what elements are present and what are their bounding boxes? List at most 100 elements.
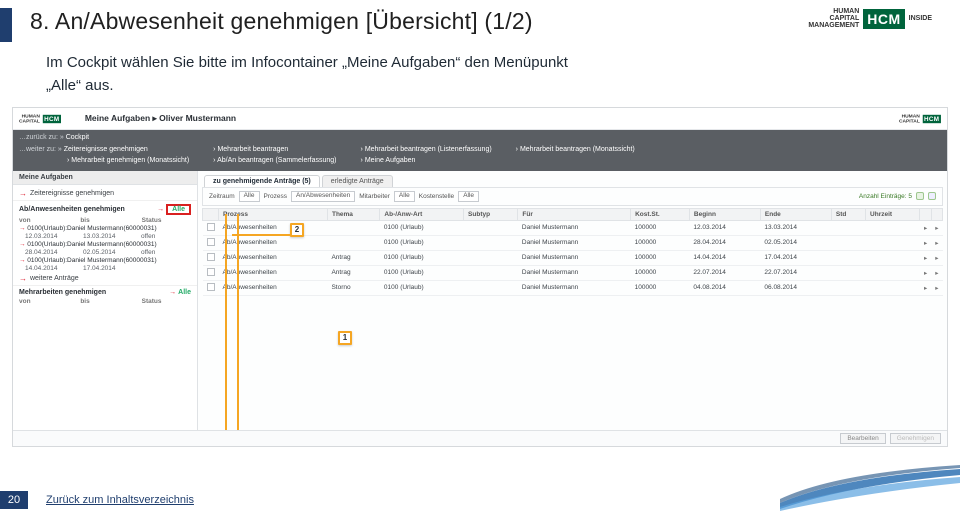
- table-header[interactable]: Beginn: [689, 208, 760, 220]
- row-checkbox[interactable]: [207, 283, 215, 291]
- table-header[interactable]: Subtyp: [464, 208, 518, 220]
- accent-bar: [0, 8, 12, 42]
- nav-cockpit[interactable]: Cockpit: [66, 134, 89, 141]
- nav-back-label: …zurück zu: »: [19, 134, 64, 141]
- table-row[interactable]: Ab/Anwesenheiten0100 (Urlaub)Daniel Must…: [203, 235, 943, 250]
- table-header[interactable]: Kost.St.: [631, 208, 690, 220]
- nav-mehr-liste[interactable]: Mehrarbeit beantragen (Listenerfassung): [365, 146, 492, 153]
- tabs: zu genehmigende Anträge (5) erledigte An…: [198, 171, 947, 187]
- row-action-icon[interactable]: ▸: [920, 220, 931, 235]
- row-checkbox[interactable]: [207, 223, 215, 231]
- body-line2: „Alle“ aus.: [46, 75, 914, 98]
- logo-line3: MANAGEMENT: [808, 22, 859, 29]
- logo-line4: INSIDE: [909, 15, 932, 22]
- row-action-icon[interactable]: ▸: [931, 220, 942, 235]
- sidebar-mehr-alle[interactable]: Alle: [178, 289, 191, 296]
- app-logo-r2: CAPITAL: [899, 119, 920, 124]
- table-header[interactable]: Ab-/Anw-Art: [380, 208, 464, 220]
- table-row[interactable]: Ab/AnwesenheitenStorno0100 (Urlaub)Danie…: [203, 280, 943, 295]
- content-area: zu genehmigende Anträge (5) erledigte An…: [198, 171, 947, 443]
- body-line1: Im Cockpit wählen Sie bitte im Infoconta…: [46, 52, 914, 75]
- sidebar-link-weitere-label: weitere Anträge: [30, 275, 79, 282]
- annotation-line-2a: [225, 214, 227, 448]
- sidebar-item[interactable]: → 0100(Urlaub):Daniel Mustermann(6000003…: [13, 224, 197, 233]
- tab-done[interactable]: erledigte Anträge: [322, 175, 393, 187]
- arrow-icon: →: [19, 189, 27, 198]
- nav-meine-aufgaben[interactable]: Meine Aufgaben: [365, 157, 416, 164]
- arrow-icon: →: [19, 274, 27, 283]
- page-number: 20: [0, 491, 28, 509]
- row-action-icon[interactable]: ▸: [920, 265, 931, 280]
- sidebar-item[interactable]: → 0100(Urlaub):Daniel Mustermann(6000003…: [13, 240, 197, 249]
- hcm-logo: HUMAN CAPITAL MANAGEMENT HCM INSIDE: [808, 8, 932, 29]
- slide-header: 8. An/Abwesenheit genehmigen [Übersicht]…: [0, 0, 960, 46]
- nav-mehr-monats[interactable]: Mehrarbeit genehmigen (Monatssicht): [71, 157, 189, 164]
- table-header[interactable]: Ende: [760, 208, 831, 220]
- col-status2: Status: [142, 298, 191, 305]
- filter-row: Zeitraum Alle Prozess An/Abwesenheiten M…: [202, 187, 943, 206]
- filter-zeitraum[interactable]: Alle: [239, 191, 260, 202]
- nav-zeitereignisse[interactable]: Zeitereignisse genehmigen: [64, 146, 148, 153]
- logo-line1: HUMAN: [808, 8, 859, 15]
- table-header[interactable]: Std: [831, 208, 865, 220]
- table-row[interactable]: Ab/AnwesenheitenAntrag0100 (Urlaub)Danie…: [203, 265, 943, 280]
- sidebar-link-zeitereignisse[interactable]: →Zeitereignisse genehmigen: [13, 187, 197, 200]
- sidebar-link-zeitereignisse-label: Zeitereignisse genehmigen: [30, 190, 114, 197]
- nav-bar: …zurück zu: » Cockpit …weiter zu: » Zeit…: [13, 130, 947, 171]
- table-header[interactable]: Uhrzeit: [866, 208, 920, 220]
- request-table: ProzessThemaAb-/Anw-ArtSubtypFürKost.St.…: [202, 208, 943, 296]
- table-header[interactable]: [920, 208, 931, 220]
- row-action-icon[interactable]: ▸: [931, 250, 942, 265]
- table-row[interactable]: Ab/Anwesenheiten0100 (Urlaub)Daniel Must…: [203, 220, 943, 235]
- col-von: von: [19, 217, 68, 224]
- app-logo-lbox: HCM: [43, 114, 61, 122]
- app-logo-rbox: HCM: [923, 114, 941, 122]
- app-top-bar: HUMAN CAPITAL HCM Meine Aufgaben ▸ Olive…: [13, 108, 947, 130]
- app-main: Meine Aufgaben →Zeitereignisse genehmige…: [13, 171, 947, 443]
- row-action-icon[interactable]: ▸: [931, 280, 942, 295]
- row-checkbox[interactable]: [207, 268, 215, 276]
- refresh-icon[interactable]: [916, 192, 924, 200]
- row-action-icon[interactable]: ▸: [931, 235, 942, 250]
- col-bis2: bis: [80, 298, 129, 305]
- nav-aban-sammel[interactable]: Ab/An beantragen (Sammelerfassung): [217, 157, 336, 164]
- annotation-1: 1: [338, 331, 352, 345]
- table-row[interactable]: Ab/AnwesenheitenAntrag0100 (Urlaub)Danie…: [203, 250, 943, 265]
- row-action-icon[interactable]: ▸: [931, 265, 942, 280]
- arrow-icon: →: [169, 289, 176, 296]
- sidebar-item-dates: 28.04.201402.05.2014offen: [13, 249, 197, 256]
- row-action-icon[interactable]: ▸: [920, 280, 931, 295]
- table-header[interactable]: [203, 208, 219, 220]
- table-header[interactable]: Prozess: [219, 208, 328, 220]
- filter-kst-label: Kostenstelle: [419, 193, 454, 200]
- sidebar-item[interactable]: → 0100(Urlaub):Daniel Mustermann(6000003…: [13, 256, 197, 265]
- sidebar-columns: von bis Status: [13, 217, 197, 224]
- nav-mehr-beantragen[interactable]: Mehrarbeit beantragen: [217, 146, 288, 153]
- btn-bearbeiten[interactable]: Bearbeiten: [840, 433, 885, 444]
- table-header[interactable]: [931, 208, 942, 220]
- sidebar-section-aban-label: Ab/Anwesenheiten genehmigen: [19, 206, 125, 213]
- filter-prozess[interactable]: An/Abwesenheiten: [291, 191, 355, 202]
- row-action-icon[interactable]: ▸: [920, 235, 931, 250]
- slide-title: 8. An/Abwesenheit genehmigen [Übersicht]…: [30, 8, 808, 35]
- settings-icon[interactable]: [928, 192, 936, 200]
- tab-pending[interactable]: zu genehmigende Anträge (5): [204, 175, 320, 187]
- btn-genehmigen[interactable]: Genehmigen: [890, 433, 941, 444]
- filter-mitarbeiter[interactable]: Alle: [394, 191, 415, 202]
- table-header[interactable]: Thema: [327, 208, 379, 220]
- filter-prozess-label: Prozess: [264, 193, 287, 200]
- slide-footer: 20 Zurück zum Inhaltsverzeichnis: [0, 491, 194, 509]
- entry-count: Anzahl Einträge: 5: [859, 193, 912, 200]
- sidebar-alle-button[interactable]: Alle: [166, 204, 191, 215]
- annotation-2: 2: [290, 223, 304, 237]
- row-checkbox[interactable]: [207, 253, 215, 261]
- nav-mehr-monats2[interactable]: Mehrarbeit beantragen (Monatssicht): [520, 146, 635, 153]
- row-checkbox[interactable]: [207, 238, 215, 246]
- filter-kst[interactable]: Alle: [458, 191, 479, 202]
- sidebar-link-weitere[interactable]: →weitere Anträge: [13, 272, 197, 285]
- sidebar-columns-2: von bis Status: [13, 298, 197, 305]
- table-header[interactable]: Für: [518, 208, 631, 220]
- row-action-icon[interactable]: ▸: [920, 250, 931, 265]
- back-to-toc-link[interactable]: Zurück zum Inhaltsverzeichnis: [46, 494, 194, 506]
- sidebar-item-dates: 14.04.201417.04.2014: [13, 265, 197, 272]
